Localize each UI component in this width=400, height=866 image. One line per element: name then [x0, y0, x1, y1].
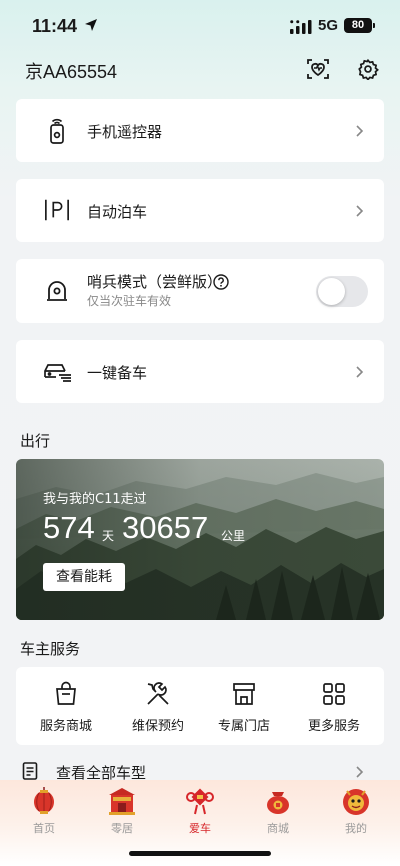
gate-icon — [109, 788, 135, 815]
battery-tip — [373, 23, 375, 28]
trip-days-unit: 天 — [102, 529, 115, 543]
home-indicator — [129, 851, 271, 856]
vehicle-prep-card[interactable]: 一键备车 — [16, 340, 384, 403]
tab-home[interactable]: 首页 — [14, 786, 74, 836]
tab-label: 爱车 — [189, 822, 211, 835]
tab-label: 首页 — [33, 822, 55, 835]
tab-label: 零居 — [111, 822, 133, 835]
service-label: 服务商城 — [39, 719, 92, 734]
tab-label: 商城 — [267, 822, 289, 835]
signal-icon — [290, 20, 312, 34]
chevron-right-icon — [356, 205, 364, 217]
trip-days-value: 574 — [43, 510, 95, 545]
auto-parking-card[interactable]: 自动泊车 — [16, 179, 384, 242]
location-arrow-icon — [85, 19, 97, 31]
health-check-button[interactable] — [305, 56, 331, 82]
remote-icon — [44, 117, 70, 144]
gear-icon — [358, 58, 379, 80]
car-prep-icon — [42, 358, 74, 384]
shopping-bag-icon — [56, 681, 76, 705]
service-item-more[interactable]: 更多服务 — [288, 667, 380, 745]
service-label: 维保预约 — [131, 719, 184, 734]
trip-distance-value: 30657 — [122, 510, 209, 545]
tab-car[interactable]: 爱车 — [170, 786, 230, 836]
sentry-camera-icon — [44, 278, 70, 304]
service-label: 专属门店 — [217, 719, 270, 734]
store-icon — [233, 683, 255, 705]
sentry-mode-card: 哨兵模式（尝鲜版） 仅当次驻车有效 — [16, 259, 384, 323]
license-plate[interactable]: 京AA65554 — [25, 58, 117, 84]
service-item-store[interactable]: 专属门店 — [198, 667, 290, 745]
service-item-maintenance[interactable]: 维保预约 — [112, 667, 204, 745]
trip-banner[interactable]: 我与我的C11走过 574 天 30657 公里 查看能耗 — [16, 459, 384, 620]
parking-icon — [44, 197, 70, 223]
wrench-icon — [147, 682, 169, 705]
sentry-toggle[interactable] — [316, 276, 368, 307]
grid-icon — [323, 683, 345, 705]
prep-label: 一键备车 — [87, 364, 148, 382]
tab-lingju[interactable]: 零居 — [92, 786, 152, 836]
toggle-knob — [318, 278, 345, 305]
network-type: 5G — [318, 17, 339, 34]
remote-control-card[interactable]: 手机遥控器 — [16, 99, 384, 162]
bag-icon — [267, 792, 289, 814]
chevron-right-icon — [356, 125, 364, 137]
heart-scan-icon — [307, 59, 329, 79]
tab-mine[interactable]: 我的 — [326, 786, 386, 836]
sentry-sublabel: 仅当次驻车有效 — [87, 294, 172, 308]
services-card: 服务商城 维保预约 专属门店 更多服务 — [16, 667, 384, 745]
sentry-label: 哨兵模式（尝鲜版） — [87, 273, 223, 291]
chevron-right-icon — [356, 366, 364, 378]
service-item-mall[interactable]: 服务商城 — [20, 667, 112, 745]
chevron-right-icon — [356, 766, 364, 778]
document-icon — [22, 762, 38, 780]
status-time: 11:44 — [32, 16, 78, 36]
tab-mall[interactable]: 商城 — [248, 786, 308, 836]
parking-label: 自动泊车 — [87, 203, 148, 221]
battery-indicator: 80 — [344, 18, 372, 33]
tab-label: 我的 — [345, 822, 367, 835]
trip-distance-unit: 公里 — [221, 529, 246, 543]
lion-icon — [343, 789, 369, 815]
services-section-title: 车主服务 — [20, 640, 81, 658]
help-icon[interactable] — [213, 274, 229, 290]
service-label: 更多服务 — [307, 719, 360, 734]
travel-section-title: 出行 — [20, 432, 51, 450]
settings-button[interactable] — [355, 56, 381, 82]
status-bar: 11:44 5G 80 — [0, 0, 400, 54]
remote-label: 手机遥控器 — [87, 123, 163, 141]
lantern-icon — [34, 787, 54, 814]
trip-caption: 我与我的C11走过 — [43, 492, 147, 507]
knot-icon — [186, 788, 214, 815]
view-energy-button[interactable]: 查看能耗 — [43, 563, 125, 591]
